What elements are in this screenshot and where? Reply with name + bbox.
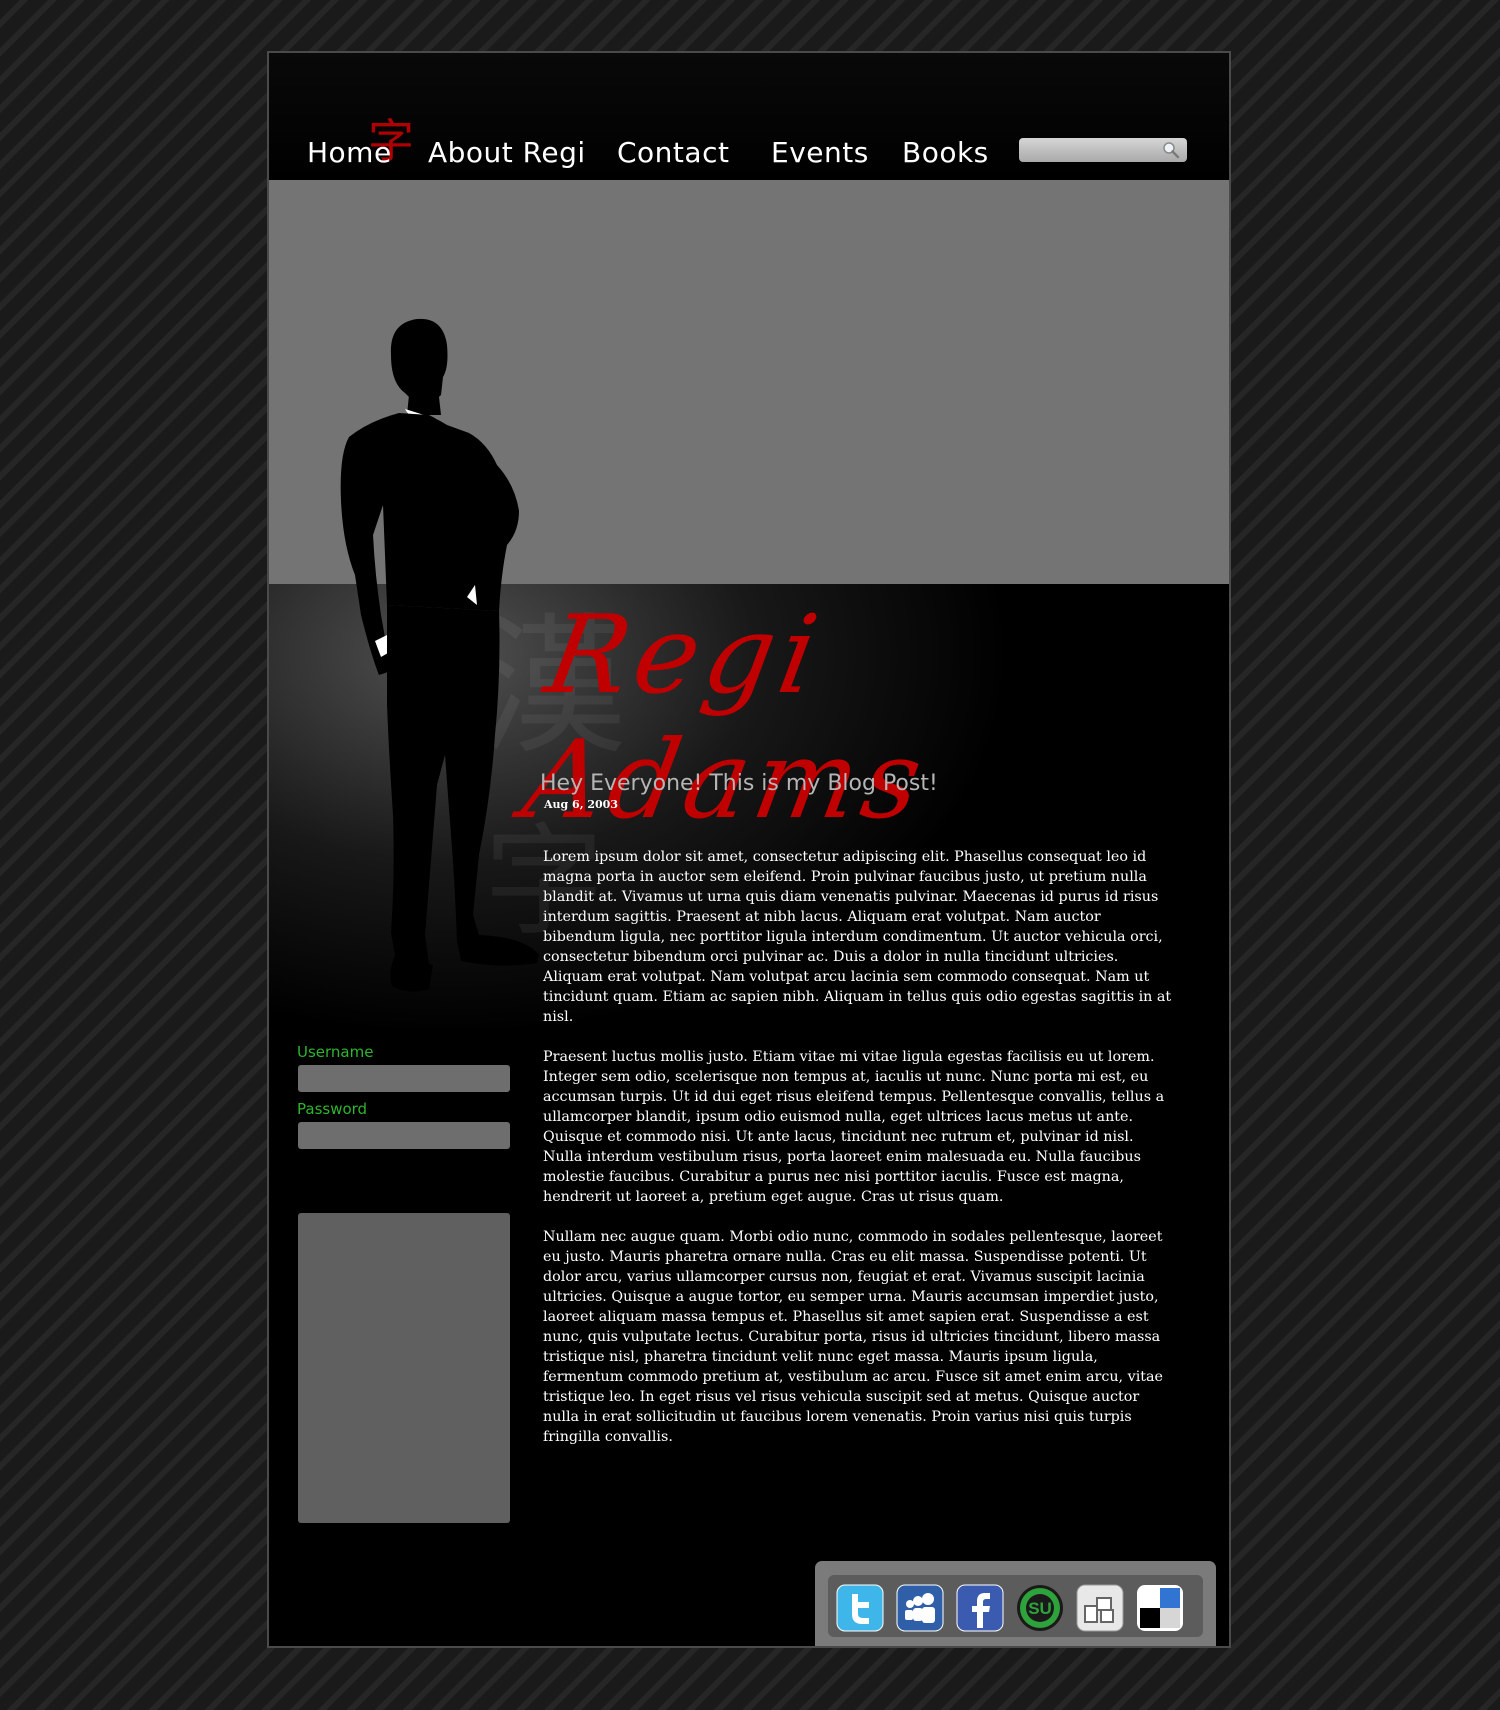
sidebar-widget-panel [298, 1213, 510, 1523]
top-navigation: 字 Home About Regi Contact Events Books [269, 53, 1229, 180]
facebook-icon[interactable] [956, 1584, 1004, 1632]
nav-contact[interactable]: Contact [617, 136, 729, 169]
username-label: Username [297, 1043, 374, 1061]
post-date: Aug 6, 2003 [544, 798, 618, 811]
post-paragraph: Lorem ipsum dolor sit amet, consectetur … [543, 849, 1172, 1025]
page-frame: 字 Home About Regi Contact Events Books 漢… [267, 51, 1231, 1648]
search-box [1019, 138, 1187, 162]
post-paragraph: Praesent luctus mollis justo. Etiam vita… [543, 1049, 1165, 1205]
post-body: Lorem ipsum dolor sit amet, consectetur … [543, 847, 1175, 1467]
username-field[interactable] [298, 1065, 510, 1092]
nav-books[interactable]: Books [902, 136, 989, 169]
delicious-icon[interactable] [1136, 1584, 1184, 1632]
password-field[interactable] [298, 1122, 510, 1149]
businessman-silhouette-image [340, 318, 539, 992]
stumbleupon-icon[interactable]: SU [1016, 1584, 1064, 1632]
post-title: Hey Everyone! This is my Blog Post! [540, 771, 938, 796]
search-input[interactable] [1023, 140, 1157, 162]
password-label: Password [297, 1100, 368, 1118]
social-share-bar: SU [815, 1561, 1216, 1646]
myspace-icon[interactable] [896, 1584, 944, 1632]
social-icons-tray: SU [828, 1575, 1203, 1637]
site-logo-regi-adams: Regi Adams [514, 593, 937, 843]
nav-home[interactable]: Home [307, 136, 392, 169]
svg-text:SU: SU [1028, 1599, 1052, 1618]
nav-events[interactable]: Events [771, 136, 869, 169]
post-paragraph: Nullam nec augue quam. Morbi odio nunc, … [543, 1229, 1164, 1445]
search-icon[interactable] [1160, 140, 1182, 160]
nav-about-regi[interactable]: About Regi [428, 136, 586, 169]
digg-icon[interactable] [1076, 1584, 1124, 1632]
twitter-icon[interactable] [836, 1584, 884, 1632]
